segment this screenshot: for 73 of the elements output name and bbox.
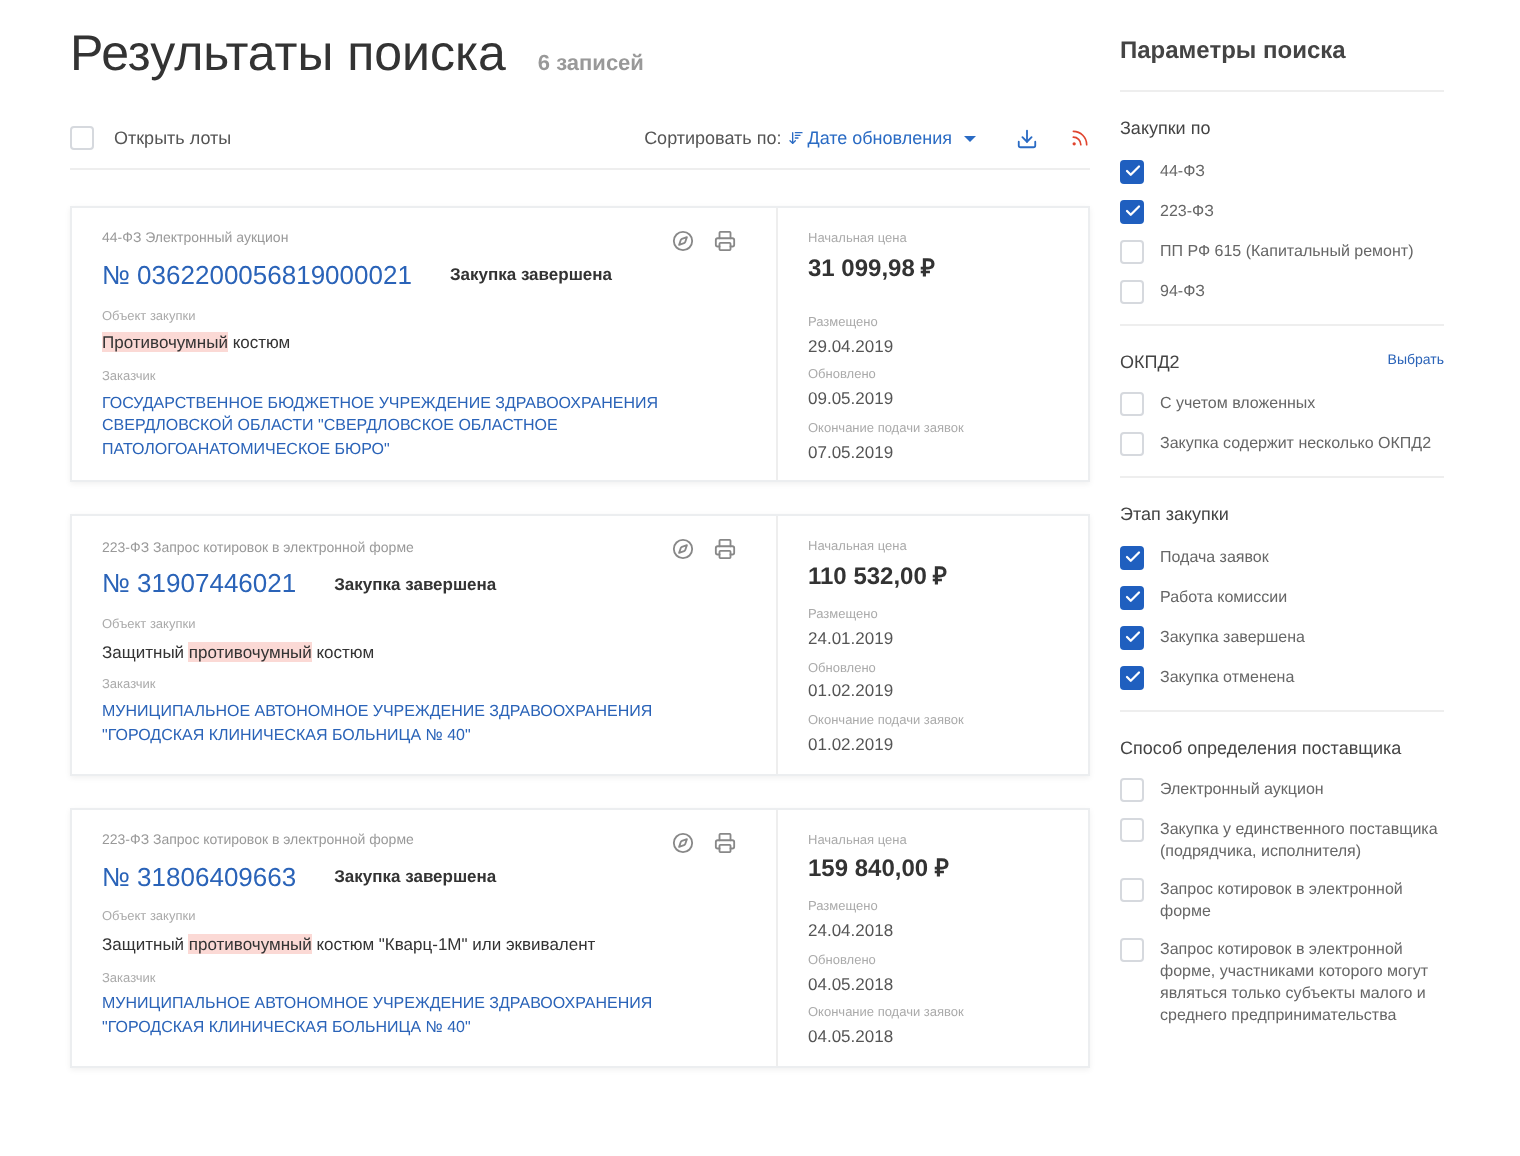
date-text: 24.01.2019: [808, 625, 896, 651]
option-label: Закупка завершена: [1160, 625, 1305, 647]
option-label: Электронный аукцион: [1160, 778, 1324, 800]
price-text: 31 099,98 ₽: [808, 251, 938, 286]
date-text: 29.04.2019: [808, 333, 896, 359]
customer-link[interactable]: МУНИЦИПАЛЬНОЕ АВТОНОМНОЕ УЧРЕЖДЕНИЕ ЗДРАВООХРАНЕНИЯ "ГОРОДСКАЯ КЛИНИЧЕСКАЯ БОЛЬНИЦА № 40": [102, 700, 746, 746]
checkbox[interactable]: [1120, 432, 1144, 456]
checkbox[interactable]: [1120, 159, 1144, 183]
checkbox[interactable]: [1120, 199, 1144, 223]
option-label: 44-ФЗ: [1160, 159, 1205, 181]
procurement-number[interactable]: № 0362200056819000021: [102, 256, 412, 295]
checkbox[interactable]: [1120, 818, 1144, 842]
date-text: 04.05.2018: [808, 971, 896, 997]
object-text: Защитный противочумный костюм "Кварц-1М" или эквивалент: [102, 931, 598, 957]
option-label: Запрос котировок в электронной форме, участниками которого могут являться только субъекты малого и среднего предпринимательства: [1160, 938, 1431, 1026]
procurement-number[interactable]: № 31907446021: [102, 564, 297, 604]
checkbox[interactable]: [1120, 585, 1144, 609]
sidebar-title: Параметры поиска: [1120, 0, 1444, 92]
section-title: Закупки по: [1120, 116, 1211, 142]
option-label: С учетом вложенных: [1160, 392, 1316, 414]
checkbox[interactable]: [1120, 778, 1144, 802]
status-text: Закупка завершена: [334, 571, 497, 597]
sort-icon: [787, 130, 804, 147]
price-text: 159 840,00 ₽: [808, 852, 951, 887]
results-count: 6 записей: [537, 50, 644, 80]
checkbox[interactable]: [1120, 878, 1144, 902]
customer-link[interactable]: ГОСУДАРСТВЕННОЕ БЮДЖЕТНОЕ УЧРЕЖДЕНИЕ ЗДРАВООХРАНЕНИЯ СВЕРДЛОВСКОЙ ОБЛАСТИ "СВЕРДЛОВСКОЕ ОБЛАСТНОЕ ПАТОЛОГОАНАТОМИЧЕСКОЕ БЮРО": [102, 391, 746, 461]
download-icon[interactable]: [1016, 127, 1038, 150]
procurement-number[interactable]: № 31806409663: [102, 857, 297, 896]
section-title: Способ определения поставщика: [1120, 735, 1402, 762]
compass-icon[interactable]: [672, 831, 694, 853]
checkbox[interactable]: [1120, 239, 1144, 263]
option-label: 94-ФЗ: [1160, 279, 1205, 301]
checkbox[interactable]: [70, 126, 94, 151]
option-label: ПП РФ 615 (Капитальный ремонт): [1160, 239, 1414, 261]
checkbox[interactable]: [1120, 392, 1144, 416]
rss-icon[interactable]: [1070, 128, 1090, 149]
printer-icon[interactable]: [714, 831, 736, 853]
sort-dropdown[interactable]: Дате обновления: [787, 125, 976, 152]
status-text: Закупка завершена: [334, 863, 497, 890]
caret-icon: [964, 135, 976, 142]
section-title: ОКПД2: [1120, 349, 1180, 376]
date-text: 07.05.2019: [808, 439, 896, 465]
option-label: Запрос котировок в электронной форме: [1160, 878, 1405, 922]
option-label: Закупка содержит несколько ОКПД2: [1160, 432, 1432, 454]
object-text: Защитный противочумный костюм: [102, 639, 377, 665]
status-text: Закупка завершена: [449, 262, 612, 289]
compass-icon[interactable]: [672, 538, 694, 561]
checkbox[interactable]: [1120, 625, 1144, 649]
date-text: 01.02.2019: [808, 678, 896, 704]
date-text: 09.05.2019: [808, 386, 896, 412]
compass-icon[interactable]: [672, 230, 694, 252]
sort-label: Сортировать по:: [644, 125, 782, 152]
date-text: 04.05.2018: [808, 1024, 896, 1050]
checkbox[interactable]: [1120, 545, 1144, 569]
option-label: Работа комиссии: [1160, 585, 1288, 607]
customer-link[interactable]: МУНИЦИПАЛЬНОЕ АВТОНОМНОЕ УЧРЕЖДЕНИЕ ЗДРАВООХРАНЕНИЯ "ГОРОДСКАЯ КЛИНИЧЕСКАЯ БОЛЬНИЦА № 40": [102, 992, 746, 1039]
object-text: Противочумный костюм: [102, 330, 293, 356]
checkbox-label: Открыть лоты: [114, 125, 232, 152]
date-text: 24.04.2018: [808, 918, 896, 944]
option-label: Закупка отменена: [1160, 665, 1295, 687]
checkbox[interactable]: [1120, 279, 1144, 303]
printer-icon[interactable]: [714, 230, 736, 252]
checkbox[interactable]: [1120, 665, 1144, 689]
date-text: 01.02.2019: [808, 731, 896, 757]
checkbox[interactable]: [1120, 938, 1144, 962]
option-label: Подача заявок: [1160, 545, 1269, 567]
option-label: 223-ФЗ: [1160, 199, 1214, 221]
price-text: 110 532,00 ₽: [808, 560, 950, 594]
printer-icon[interactable]: [714, 538, 736, 561]
section-title: Этап закупки: [1120, 502, 1229, 528]
page-title: Результаты поиска: [70, 24, 506, 86]
option-label: Закупка у единственного поставщика (подрядчика, исполнителя): [1160, 818, 1440, 862]
